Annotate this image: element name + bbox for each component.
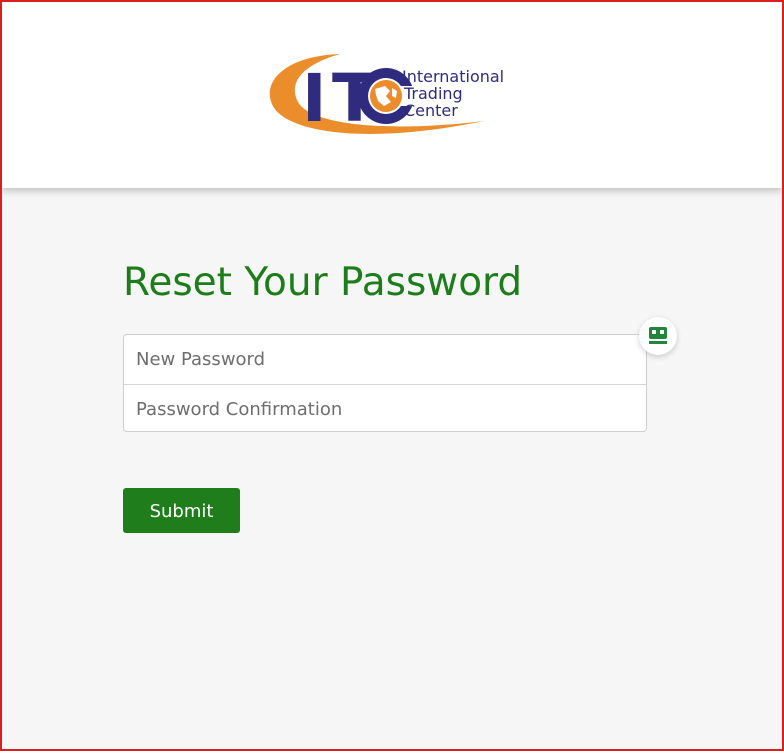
password-manager-icon bbox=[649, 327, 667, 344]
logo-word-center: Center bbox=[404, 101, 458, 120]
svg-text:I: I bbox=[302, 60, 327, 137]
submit-button[interactable]: Submit bbox=[123, 488, 240, 533]
itc-logo: I T International Trading Center bbox=[264, 52, 514, 144]
page-frame: I T International Trading Center Reset Y… bbox=[0, 0, 784, 751]
password-confirmation-field[interactable]: Password Confirmation bbox=[124, 384, 646, 433]
site-header: I T International Trading Center bbox=[2, 2, 782, 188]
logo-word-trading: Trading bbox=[404, 84, 463, 103]
password-fields: New Password Password Confirmation bbox=[123, 334, 647, 432]
page-title: Reset Your Password bbox=[123, 260, 523, 305]
reset-password-section: Reset Your Password New Password Passwor… bbox=[123, 257, 677, 533]
password-manager-button[interactable] bbox=[639, 317, 677, 355]
new-password-field[interactable]: New Password bbox=[124, 335, 646, 384]
logo-word-international: International bbox=[402, 67, 505, 86]
logo-wordmark: International Trading Center bbox=[402, 68, 504, 119]
